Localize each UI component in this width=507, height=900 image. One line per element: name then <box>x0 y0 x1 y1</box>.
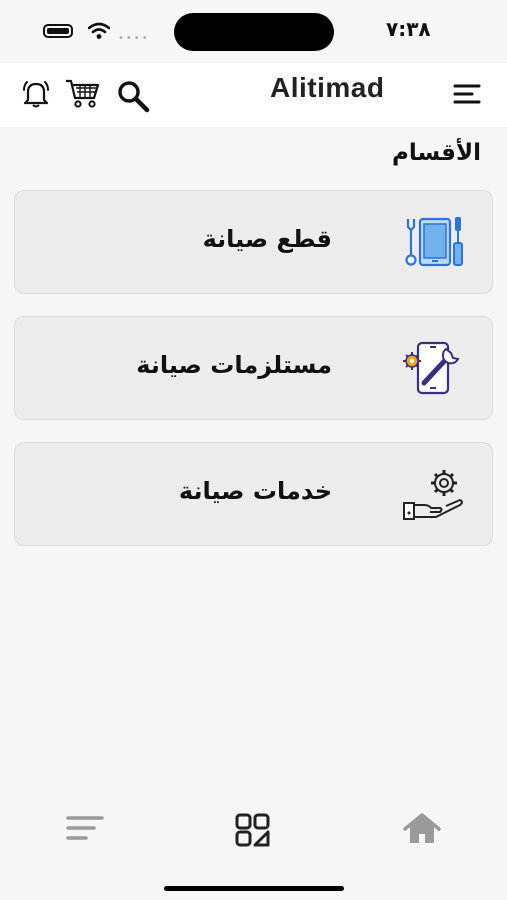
phone-wrench-gear-icon <box>403 341 460 395</box>
bottom-navigation <box>0 800 507 870</box>
section-title: الأقسام <box>392 140 481 166</box>
bell-icon[interactable] <box>20 77 52 109</box>
battery-icon <box>43 24 73 38</box>
cart-icon[interactable] <box>64 77 100 109</box>
hand-gear-icon <box>403 470 463 520</box>
search-icon[interactable] <box>116 79 150 113</box>
dynamic-island <box>174 13 334 51</box>
menu-icon[interactable] <box>452 80 482 108</box>
app-header: Alitimad <box>0 63 507 127</box>
signal-icon: •••• <box>118 33 150 44</box>
category-card-spare-parts[interactable]: قطع صيانة <box>14 190 493 294</box>
status-bar: •••• ٧:٣٨ <box>0 0 507 62</box>
phone-tools-icon <box>405 217 463 267</box>
category-label: قطع صيانة <box>202 225 332 253</box>
category-label: مستلزمات صيانة <box>136 351 332 379</box>
filter-lines-icon[interactable] <box>64 812 106 846</box>
category-card-supplies[interactable]: مستلزمات صيانة <box>14 316 493 420</box>
categories-grid-icon[interactable] <box>234 812 272 848</box>
app-title: Alitimad <box>270 72 385 103</box>
status-time: ٧:٣٨ <box>386 17 431 41</box>
wifi-icon <box>88 22 110 39</box>
home-indicator[interactable] <box>164 886 344 891</box>
category-card-services[interactable]: خدمات صيانة <box>14 442 493 546</box>
category-label: خدمات صيانة <box>178 477 332 505</box>
home-icon[interactable] <box>402 812 442 846</box>
